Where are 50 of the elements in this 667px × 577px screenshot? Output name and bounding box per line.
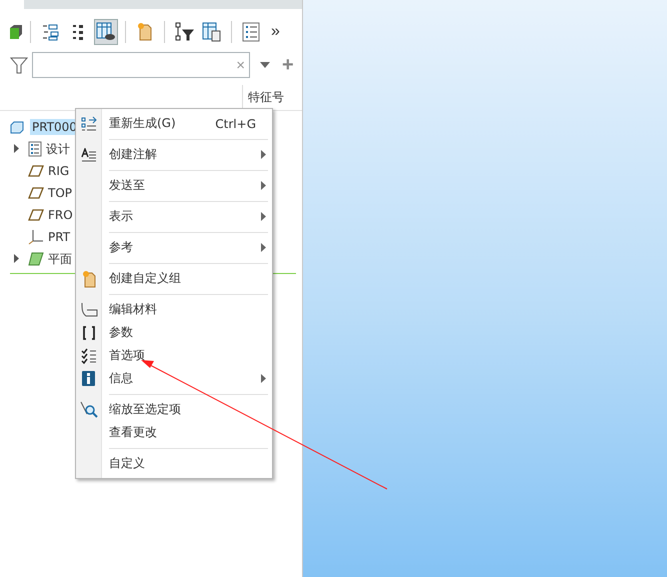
- menu-item[interactable]: 创建注解: [109, 146, 261, 163]
- toolbar-button[interactable]: [94, 19, 118, 45]
- folder-icon: [137, 22, 153, 42]
- menu-item[interactable]: 创建自定义组: [109, 270, 272, 287]
- filter-icon[interactable]: [10, 56, 28, 74]
- menu-item[interactable]: 查看更改: [109, 424, 272, 441]
- tree-item[interactable]: PRT: [48, 230, 70, 244]
- menu-item[interactable]: 首选项: [109, 347, 272, 364]
- shortcut-label: Ctrl+G: [215, 116, 256, 130]
- menu-item[interactable]: 缩放至选定项: [109, 401, 272, 418]
- table-view-icon: [96, 22, 116, 42]
- info-icon: [82, 371, 95, 386]
- menu-item[interactable]: 信息: [109, 370, 261, 387]
- expand-icon[interactable]: [14, 144, 19, 153]
- menu-item[interactable]: 重新生成(G): [109, 115, 216, 132]
- plane-icon: [28, 187, 44, 199]
- tree-item[interactable]: RIG: [48, 164, 70, 178]
- list-icon: [71, 23, 85, 41]
- plane-icon: [28, 209, 44, 221]
- notes-icon: [28, 141, 42, 157]
- tree-item[interactable]: FRO: [48, 208, 73, 222]
- expand-icon[interactable]: [14, 254, 19, 263]
- filter-tree-icon: [174, 22, 194, 42]
- tree-item[interactable]: 平面: [48, 250, 72, 268]
- menu-item[interactable]: 参数: [109, 324, 272, 341]
- checklist-icon: [80, 348, 96, 364]
- caret-icon[interactable]: [260, 62, 270, 68]
- axes-icon: [28, 229, 44, 245]
- tree-item[interactable]: TOP: [48, 186, 72, 200]
- annotation-icon: [80, 148, 96, 162]
- surface-icon: [28, 252, 44, 266]
- add-button[interactable]: +: [274, 54, 294, 76]
- cube-icon: [9, 24, 23, 40]
- brackets-icon: [82, 326, 96, 340]
- plane-icon: [28, 165, 44, 177]
- overflow-button[interactable]: »: [267, 23, 284, 41]
- details-icon: [242, 22, 260, 42]
- table-doc-icon: [202, 22, 222, 42]
- hand-icon: [80, 300, 98, 318]
- tree-icon: [41, 23, 59, 41]
- regenerate-icon: [80, 116, 96, 132]
- cube-icon: [10, 120, 24, 134]
- zoom-icon: [80, 401, 98, 418]
- menu-item[interactable]: 发送至: [109, 177, 261, 194]
- menu-item[interactable]: 自定义: [109, 455, 272, 472]
- tree-item[interactable]: 设计: [46, 140, 70, 158]
- menu-item[interactable]: 编辑材料: [109, 301, 272, 318]
- menu-item[interactable]: 表示: [109, 208, 261, 225]
- menu-item[interactable]: 参考: [109, 239, 261, 256]
- folder-icon: [82, 270, 96, 288]
